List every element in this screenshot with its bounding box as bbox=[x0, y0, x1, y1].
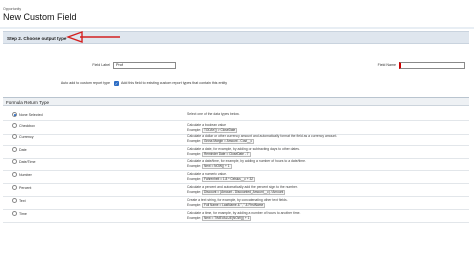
formula-type-description: Calculate a percent and automatically ad… bbox=[187, 185, 298, 189]
radio-button[interactable] bbox=[12, 147, 17, 152]
row-divider bbox=[3, 145, 469, 146]
example-box: Gross Margin = Amount - Cost__c bbox=[202, 138, 255, 144]
example-label: Example: bbox=[187, 216, 202, 220]
example-box: Next = NOW() + 1 bbox=[202, 163, 232, 169]
row-divider bbox=[3, 196, 469, 197]
field-label-label: Field Label bbox=[92, 63, 110, 67]
formula-type-description: Select one of the data types below. bbox=[187, 112, 240, 116]
example-label: Example: bbox=[187, 128, 202, 132]
annotation-arrow-icon bbox=[66, 31, 120, 43]
example-label: Example: bbox=[187, 152, 202, 156]
radio-button[interactable] bbox=[12, 198, 17, 203]
row-divider bbox=[3, 170, 469, 171]
formula-type-label[interactable]: None Selected bbox=[19, 113, 43, 117]
formula-type-label[interactable]: Checkbox bbox=[19, 124, 35, 128]
formula-type-description: Create a text string, for example, by co… bbox=[187, 198, 288, 202]
example-box: Full Name = LastName & ", " & FirstName bbox=[202, 202, 266, 208]
example-label: Example: bbox=[187, 164, 202, 168]
header-divider bbox=[0, 27, 474, 29]
formula-section-header: Formula Return Type bbox=[3, 98, 469, 106]
radio-button[interactable] bbox=[12, 112, 17, 117]
radio-button[interactable] bbox=[12, 185, 17, 190]
radio-button[interactable] bbox=[12, 172, 17, 177]
radio-button[interactable] bbox=[12, 123, 17, 128]
field-name-label: Field Name bbox=[377, 63, 396, 67]
formula-type-description: Calculate a time, for example, by adding… bbox=[187, 211, 301, 215]
row-divider bbox=[3, 222, 469, 223]
row-divider bbox=[3, 183, 469, 184]
radio-button[interactable] bbox=[12, 211, 17, 216]
example-box: Discount = (Amount - Discounted_Amount__… bbox=[202, 189, 286, 195]
formula-type-description: Calculate a date, for example, by adding… bbox=[187, 147, 300, 151]
formula-type-label[interactable]: Time bbox=[19, 212, 27, 216]
example-label: Example: bbox=[187, 177, 202, 181]
formula-type-label[interactable]: Currency bbox=[19, 135, 34, 139]
row-divider bbox=[3, 209, 469, 210]
auto-add-checkbox[interactable]: ✓ bbox=[114, 81, 119, 86]
example-box: Reminder Date = CloseDate - 7 bbox=[202, 151, 251, 157]
formula-type-label[interactable]: Date/Time bbox=[19, 160, 35, 164]
formula-section-title: Formula Return Type bbox=[6, 99, 50, 105]
field-label-input[interactable]: Prof bbox=[113, 62, 176, 69]
example-label: Example: bbox=[187, 203, 202, 207]
formula-type-label[interactable]: Percent bbox=[19, 186, 31, 190]
checkmark-icon: ✓ bbox=[114, 81, 119, 86]
formula-type-description: Calculate a numeric value. bbox=[187, 172, 227, 176]
formula-type-description: Calculate a dollar or other currency amo… bbox=[187, 134, 338, 138]
row-divider bbox=[3, 120, 469, 121]
radio-button[interactable] bbox=[12, 159, 17, 164]
breadcrumb: Opportunity bbox=[3, 7, 22, 11]
auto-add-label: Auto add to custom report type bbox=[60, 81, 110, 85]
example-box: Next = TIMEVALUE(NOW()) + 1 bbox=[202, 215, 252, 221]
example-box: TODAY() > CloseDate bbox=[202, 127, 238, 133]
example-label: Example: bbox=[187, 190, 202, 194]
step-title: Step 2. Choose output type bbox=[7, 35, 67, 41]
formula-type-label[interactable]: Date bbox=[19, 148, 27, 152]
example-box: Fahrenheit = 1.8 * Celsius__c + 32 bbox=[202, 176, 256, 182]
example-label: Example: bbox=[187, 139, 202, 143]
auto-add-checkbox-text: Add this field to existing custom report… bbox=[121, 81, 228, 85]
radio-button[interactable] bbox=[12, 134, 17, 139]
formula-type-label[interactable]: Number bbox=[19, 173, 32, 177]
field-name-input[interactable] bbox=[399, 62, 465, 69]
formula-type-description: Calculate a boolean value bbox=[187, 123, 227, 127]
page-title: New Custom Field bbox=[3, 12, 77, 22]
formula-type-description: Calculate a date/time, for example, by a… bbox=[187, 159, 306, 163]
formula-type-label[interactable]: Text bbox=[19, 199, 26, 203]
